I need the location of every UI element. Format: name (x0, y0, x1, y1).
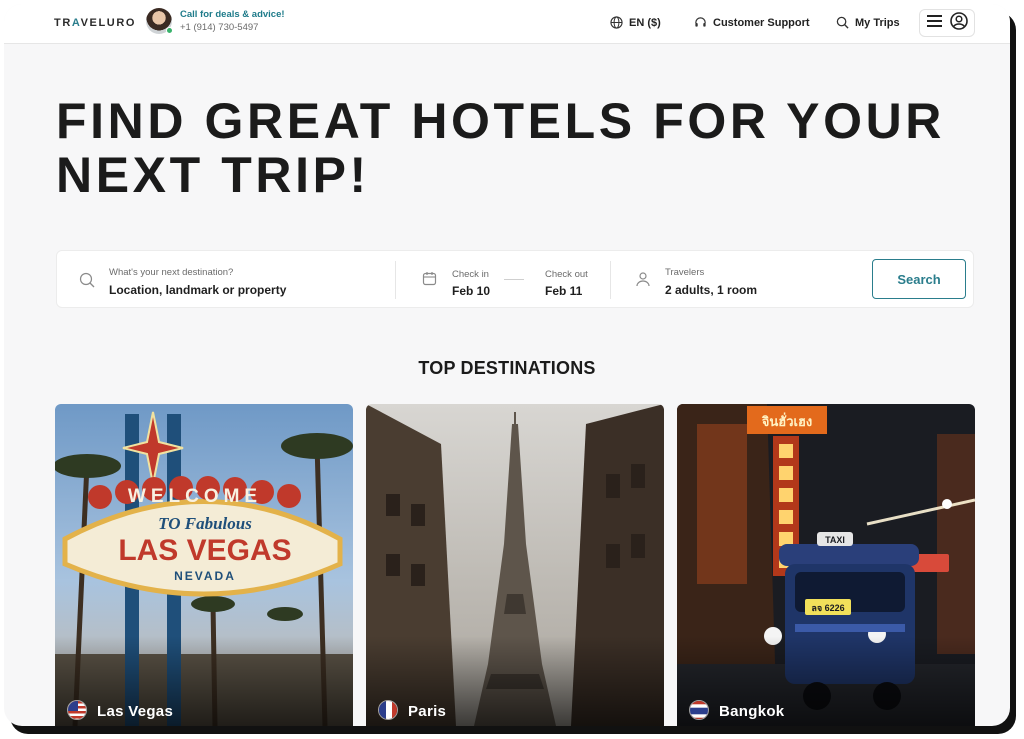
agent-phone[interactable]: +1 (914) 730-5497 (180, 21, 285, 34)
customer-support-label: Customer Support (713, 16, 810, 29)
agent-contact[interactable]: Call for deals & advice! +1 (914) 730-54… (146, 8, 285, 34)
hero-title: FIND GREAT HOTELS FOR YOUR NEXT TRIP! (56, 93, 945, 203)
svg-text:TAXI: TAXI (825, 535, 845, 545)
search-button[interactable]: Search (872, 259, 966, 299)
travelers-field[interactable]: Travelers 2 adults, 1 room (611, 251, 861, 309)
destination-name: Paris (408, 703, 447, 720)
my-trips-link[interactable]: My Trips (836, 16, 900, 29)
user-circle-icon (949, 11, 968, 35)
agent-avatar (146, 8, 173, 34)
search-icon (836, 16, 849, 29)
date-range-separator (504, 279, 524, 280)
top-destinations-title: TOP DESTINATIONS (418, 358, 596, 378)
svg-text:LAS VEGAS: LAS VEGAS (118, 534, 291, 567)
svg-text:ลจ 6226: ลจ 6226 (811, 603, 844, 613)
destination-card-las-vegas[interactable]: WELCOME TO Fabulous LAS VEGAS NEVADA Las… (55, 404, 353, 726)
destination-name: Bangkok (719, 703, 785, 720)
travelers-value: 2 adults, 1 room (665, 283, 758, 297)
browser-frame: TRAVELURO Call for deals & advice! +1 (9… (4, 4, 1010, 726)
check-out-value[interactable]: Feb 11 (545, 284, 582, 298)
destination-field[interactable]: What's your next destination? Location, … (57, 251, 395, 309)
site-logo[interactable]: TRAVELURO (54, 17, 136, 29)
calendar-icon (422, 271, 437, 291)
person-icon (635, 271, 651, 292)
destination-card-bangkok[interactable]: จินฮั่วเฮง TAXI ลจ 6226 Bangkok (677, 404, 975, 726)
us-flag-icon (67, 700, 87, 720)
destination-label: What's your next destination? (109, 267, 234, 278)
hotel-search-form: What's your next destination? Location, … (56, 250, 974, 308)
svg-text:NEVADA: NEVADA (174, 569, 236, 583)
my-trips-label: My Trips (855, 16, 900, 29)
travelers-label: Travelers (665, 267, 705, 278)
svg-text:จินฮั่วเฮง: จินฮั่วเฮง (761, 412, 812, 430)
check-in-value[interactable]: Feb 10 (452, 284, 490, 298)
customer-support-link[interactable]: Customer Support (694, 16, 810, 29)
globe-icon (610, 16, 623, 29)
dates-field[interactable]: Check in Feb 10 Check out Feb 11 (396, 251, 610, 309)
hamburger-icon (926, 14, 942, 32)
site-header: TRAVELURO Call for deals & advice! +1 (9… (4, 4, 1010, 44)
headset-icon (694, 16, 707, 29)
check-out-label: Check out (545, 269, 588, 280)
svg-text:TO Fabulous: TO Fabulous (158, 514, 252, 533)
online-status-dot (166, 27, 173, 34)
agent-call-cta: Call for deals & advice! (180, 9, 285, 20)
svg-text:WELCOME: WELCOME (128, 486, 262, 507)
account-menu-button[interactable] (919, 9, 975, 37)
destination-name: Las Vegas (97, 703, 174, 720)
thailand-flag-icon (689, 700, 709, 720)
check-in-label: Check in (452, 269, 489, 280)
language-label: EN ($) (629, 16, 661, 29)
destination-placeholder: Location, landmark or property (109, 283, 287, 297)
search-icon (79, 272, 95, 293)
destination-card-paris[interactable]: Paris (366, 404, 664, 726)
france-flag-icon (378, 700, 398, 720)
language-selector[interactable]: EN ($) (610, 16, 661, 29)
